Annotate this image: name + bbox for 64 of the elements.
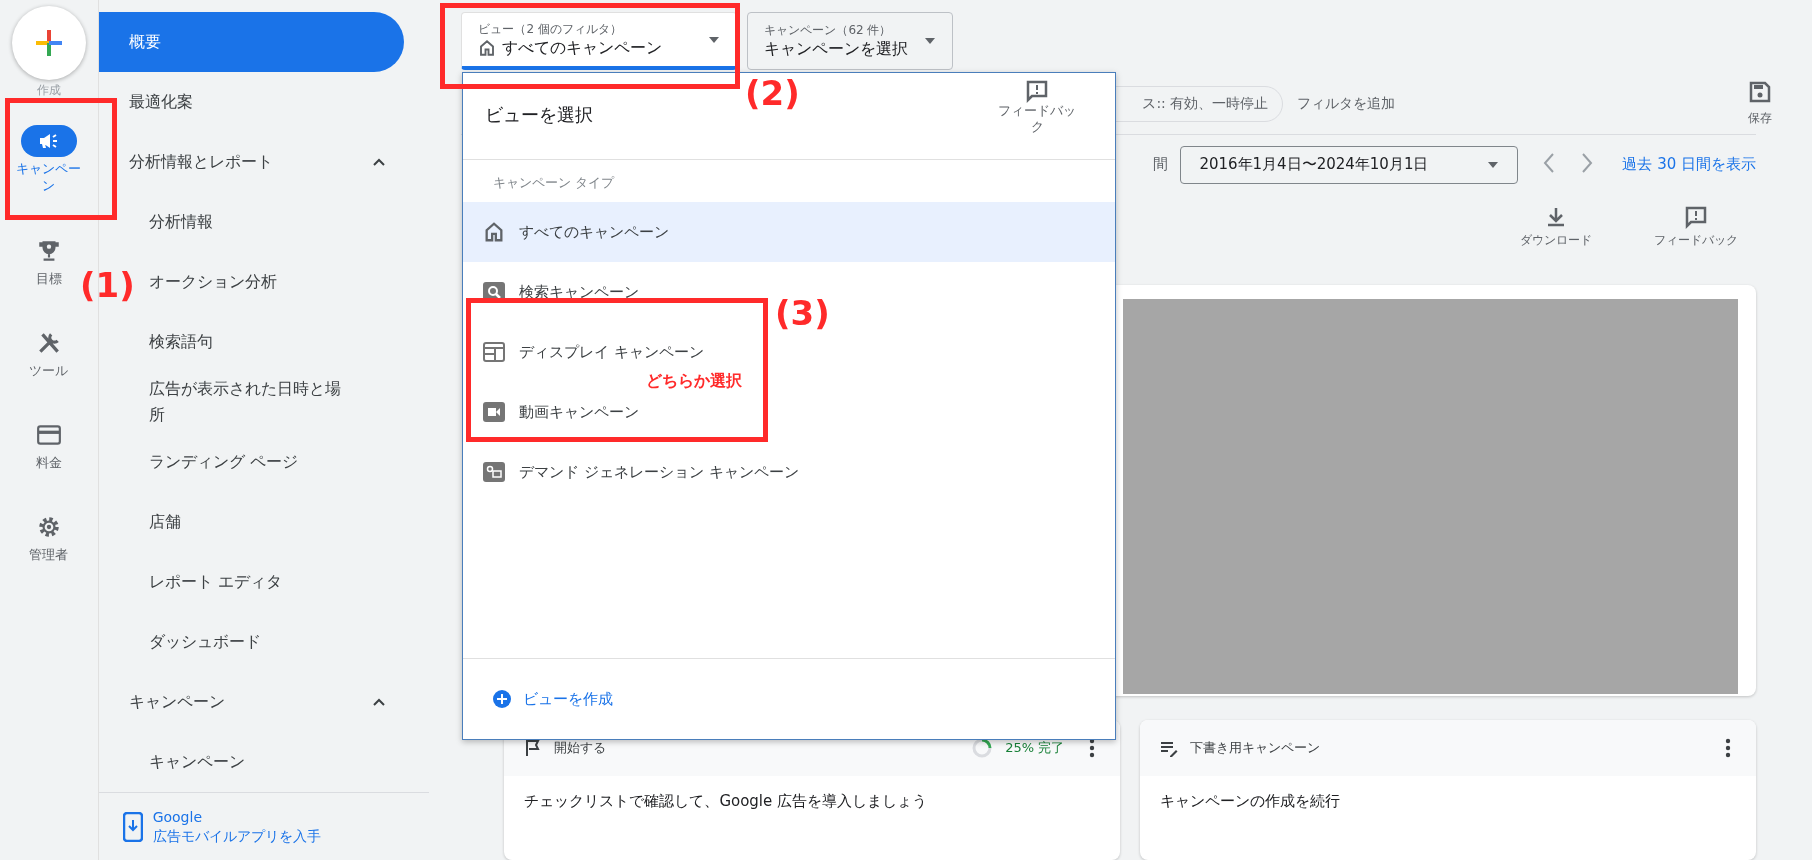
card-title: 下書き用キャンペーン (1190, 739, 1321, 757)
video-camera-icon (483, 402, 505, 422)
sidebar-item[interactable]: キャンペーン (98, 672, 404, 732)
chevron-right-icon (1580, 152, 1595, 175)
mobile-app-link[interactable]: Google 広告モバイルアプリを入手 (98, 792, 430, 860)
feedback-icon (1025, 79, 1049, 103)
credit-card-icon (35, 422, 62, 448)
sidebar-item[interactable]: レポート エディタ (148, 552, 349, 612)
annotation-note: どちらか選択 (646, 371, 742, 392)
feedback-button[interactable]: フィードバック (1646, 204, 1746, 285)
sidebar-item[interactable]: 最適化案 (98, 72, 404, 132)
feedback-icon (1684, 204, 1708, 229)
sidebar-item[interactable]: 分析情報 (148, 192, 349, 252)
annotation-label: (2) (745, 76, 800, 110)
card-text: キャンペーンの作成を続行 (1159, 791, 1342, 812)
layout-icon (483, 342, 505, 362)
download-button[interactable]: ダウンロード (1506, 204, 1606, 285)
save-button[interactable]: 保存 (1748, 80, 1772, 128)
rail-item[interactable]: 料金 (10, 411, 87, 503)
chevron-left-icon (1542, 152, 1557, 175)
sidebar-item[interactable]: 広告が表示された日時と場所 (148, 372, 349, 432)
more-vertical-icon (1725, 738, 1731, 758)
menu-option[interactable]: デマンド ジェネレーション キャンペーン (463, 442, 819, 502)
sidebar-item[interactable]: オークション分析 (148, 252, 349, 312)
sidebar-item[interactable]: 店舗 (148, 492, 349, 552)
home-icon (478, 39, 497, 57)
annotation-label: (3) (775, 296, 830, 330)
more-vertical-icon (1089, 738, 1096, 758)
create-view-button[interactable]: ビューを作成 (493, 689, 613, 709)
progress-label: 25% 完了 (1005, 739, 1065, 757)
sidebar-item[interactable]: キャンペーン (148, 732, 349, 792)
home-icon (483, 221, 505, 243)
phone-download-icon (122, 811, 143, 842)
card-title: 開始する (554, 739, 607, 757)
date-range-dropdown[interactable]: 2016年1月4日〜2024年10月1日 (1180, 145, 1519, 184)
menu-title: ビューを選択 (485, 103, 593, 127)
sidebar-item[interactable]: 検索語句 (148, 312, 349, 372)
last-30-days-link[interactable]: 過去 30 日間を表示 (1622, 155, 1756, 175)
rail-item[interactable]: キャンペーン (10, 115, 87, 227)
annotation-label: (1) (80, 268, 135, 302)
add-filter-button[interactable]: フィルタを追加 (1297, 94, 1396, 113)
dropdown-arrow-icon (708, 35, 721, 44)
create-button[interactable] (11, 6, 86, 80)
rail-item[interactable]: ツール (10, 319, 87, 411)
plus-circle-icon (493, 690, 511, 708)
rail-item[interactable]: 管理者 (10, 503, 87, 595)
view-dropdown[interactable]: ビュー（2 個のフィルタ） すべてのキャンペーン (461, 12, 738, 70)
sidebar-item[interactable]: 概要 (98, 12, 404, 72)
sidebar-item[interactable]: ランディング ページ (148, 432, 349, 492)
sidebar-item[interactable]: 分析情報とレポート (98, 132, 404, 192)
menu-option[interactable]: すべてのキャンペーン (463, 202, 1115, 262)
campaign-dropdown[interactable]: キャンペーン（62 件） キャンペーンを選択 (747, 12, 954, 70)
section-heading: キャンペーン タイプ (492, 174, 616, 192)
menu-option[interactable]: 検索キャンペーン (463, 262, 659, 322)
dropdown-arrow-icon (1487, 160, 1500, 169)
sidebar-item[interactable]: ダッシュボード (148, 612, 349, 672)
create-label: 作成 (36, 82, 61, 99)
card-text: チェックリストで確認して、Google 広告を導入しましょう (523, 791, 929, 812)
period-label: 間 (1153, 155, 1169, 175)
progress-ring (971, 737, 994, 759)
edit-list-icon (1160, 739, 1179, 757)
plus-icon (33, 28, 64, 58)
dropdown-arrow-icon (924, 37, 937, 45)
media-card-icon (483, 462, 505, 482)
